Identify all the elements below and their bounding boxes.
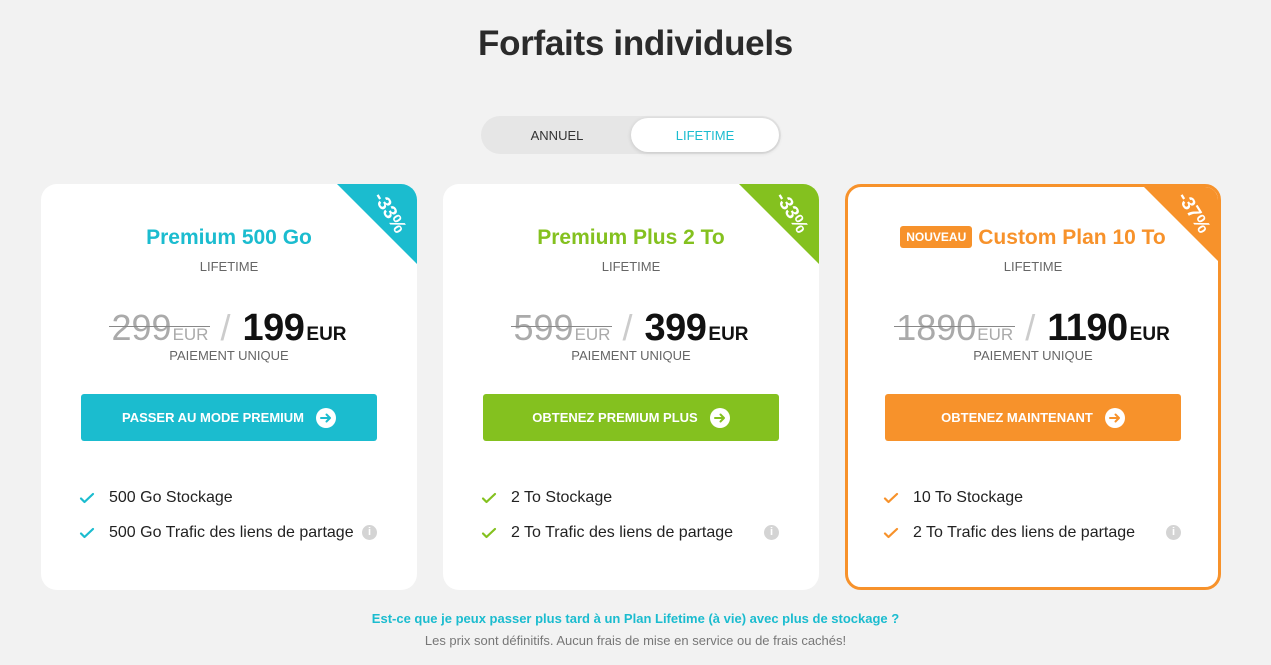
old-price-currency: EUR	[574, 325, 611, 344]
feature-label: 500 Go Stockage	[109, 488, 233, 506]
old-price: 599 EUR	[511, 307, 613, 348]
old-price-value: 299	[111, 307, 172, 348]
cta-label: PASSER AU MODE PREMIUM	[121, 410, 304, 425]
cta-button[interactable]: OBTENEZ PREMIUM PLUS	[483, 394, 779, 441]
feature-list: 2 To Stockage 2 To Trafic des liens de p…	[481, 480, 781, 550]
plan-title: NOUVEAU Custom Plan 10 To	[848, 226, 1218, 250]
cta-button[interactable]: PASSER AU MODE PREMIUM	[81, 394, 377, 441]
price-separator: /	[1025, 307, 1036, 348]
feature-item: 500 Go Stockage	[79, 480, 379, 515]
plan-title-text: Custom Plan 10 To	[978, 226, 1166, 249]
check-icon	[883, 527, 899, 538]
arrow-right-icon	[316, 407, 336, 428]
feature-item: 2 To Trafic des liens de partage i	[883, 515, 1183, 550]
plan-subtitle: LIFETIME	[1003, 259, 1063, 274]
plan-title: Premium 500 Go	[41, 226, 417, 250]
plan-subtitle: LIFETIME	[601, 259, 661, 274]
new-price: 1190 EUR	[1047, 307, 1170, 349]
faq-question-link[interactable]: Est-ce que je peux passer plus tard à un…	[0, 611, 1271, 626]
feature-label: 10 To Stockage	[913, 488, 1024, 506]
feature-label: 500 Go Trafic des liens de partage	[109, 523, 354, 541]
discount-ribbon: -33%	[739, 184, 819, 264]
check-icon	[79, 527, 95, 538]
new-price-currency: EUR	[306, 324, 347, 345]
plan-subtitle: LIFETIME	[199, 259, 259, 274]
price-row: 599 EUR / 399 EUR	[443, 302, 819, 349]
old-price-value: 599	[513, 307, 574, 348]
price-separator: /	[220, 307, 231, 348]
plan-title: Premium Plus 2 To	[443, 226, 819, 250]
old-price-currency: EUR	[172, 325, 209, 344]
toggle-lifetime[interactable]: LIFETIME	[631, 118, 779, 152]
price-row: 299 EUR / 199 EUR	[41, 302, 417, 349]
old-price: 299 EUR	[109, 307, 211, 348]
info-icon[interactable]: i	[764, 525, 779, 540]
faq-answer: Les prix sont définitifs. Aucun frais de…	[424, 633, 847, 648]
info-icon[interactable]: i	[1166, 525, 1181, 540]
toggle-annual[interactable]: ANNUEL	[483, 118, 631, 152]
discount-ribbon: -33%	[337, 184, 417, 264]
check-icon	[481, 492, 497, 503]
feature-label: 2 To Stockage	[511, 488, 613, 506]
plan-card-premium-500: -33% Premium 500 Go LIFETIME 299 EUR / 1…	[41, 184, 417, 590]
new-price-currency: EUR	[1129, 324, 1170, 345]
new-price-value: 399	[644, 307, 707, 349]
arrow-right-icon	[1104, 407, 1125, 428]
cta-label: OBTENEZ MAINTENANT	[941, 410, 1093, 425]
new-badge: NOUVEAU	[900, 226, 973, 248]
feature-label: 2 To Trafic des liens de partage	[511, 523, 734, 541]
price-note: PAIEMENT UNIQUE	[571, 348, 691, 363]
discount-ribbon: -37%	[1141, 187, 1218, 264]
feature-list: 10 To Stockage 2 To Trafic des liens de …	[883, 480, 1183, 550]
plan-card-premium-plus-2: -33% Premium Plus 2 To LIFETIME 599 EUR …	[443, 184, 819, 590]
feature-item: 10 To Stockage	[883, 480, 1183, 515]
plan-title-text: Premium Plus 2 To	[537, 226, 725, 249]
new-price-currency: EUR	[708, 324, 749, 345]
arrow-right-icon	[709, 407, 730, 428]
old-price: 1890 EUR	[894, 307, 1016, 348]
info-icon[interactable]: i	[362, 525, 377, 540]
old-price-currency: EUR	[977, 325, 1014, 344]
feature-item: 2 To Stockage	[481, 480, 781, 515]
new-price-value: 199	[242, 307, 305, 349]
new-price-value: 1190	[1047, 307, 1128, 349]
feature-label: 2 To Trafic des liens de partage	[913, 523, 1136, 541]
check-icon	[79, 492, 95, 503]
billing-toggle: ANNUEL LIFETIME	[481, 116, 781, 154]
price-row: 1890 EUR / 1190 EUR	[848, 302, 1218, 349]
new-price: 199 EUR	[242, 307, 347, 349]
new-price: 399 EUR	[644, 307, 749, 349]
feature-item: 2 To Trafic des liens de partage i	[481, 515, 781, 550]
old-price-value: 1890	[896, 307, 977, 348]
check-icon	[481, 527, 497, 538]
feature-item: 500 Go Trafic des liens de partage i	[79, 515, 379, 550]
price-note: PAIEMENT UNIQUE	[973, 348, 1093, 363]
price-separator: /	[622, 307, 633, 348]
cta-button[interactable]: OBTENEZ MAINTENANT	[885, 394, 1181, 441]
page-title: Forfaits individuels	[478, 24, 793, 63]
plan-title-text: Premium 500 Go	[146, 226, 312, 249]
price-note: PAIEMENT UNIQUE	[169, 348, 289, 363]
feature-list: 500 Go Stockage 500 Go Trafic des liens …	[79, 480, 379, 550]
check-icon	[883, 492, 899, 503]
cta-label: OBTENEZ PREMIUM PLUS	[532, 410, 698, 425]
plan-card-custom-10: -37% NOUVEAU Custom Plan 10 To LIFETIME 1…	[845, 184, 1221, 590]
